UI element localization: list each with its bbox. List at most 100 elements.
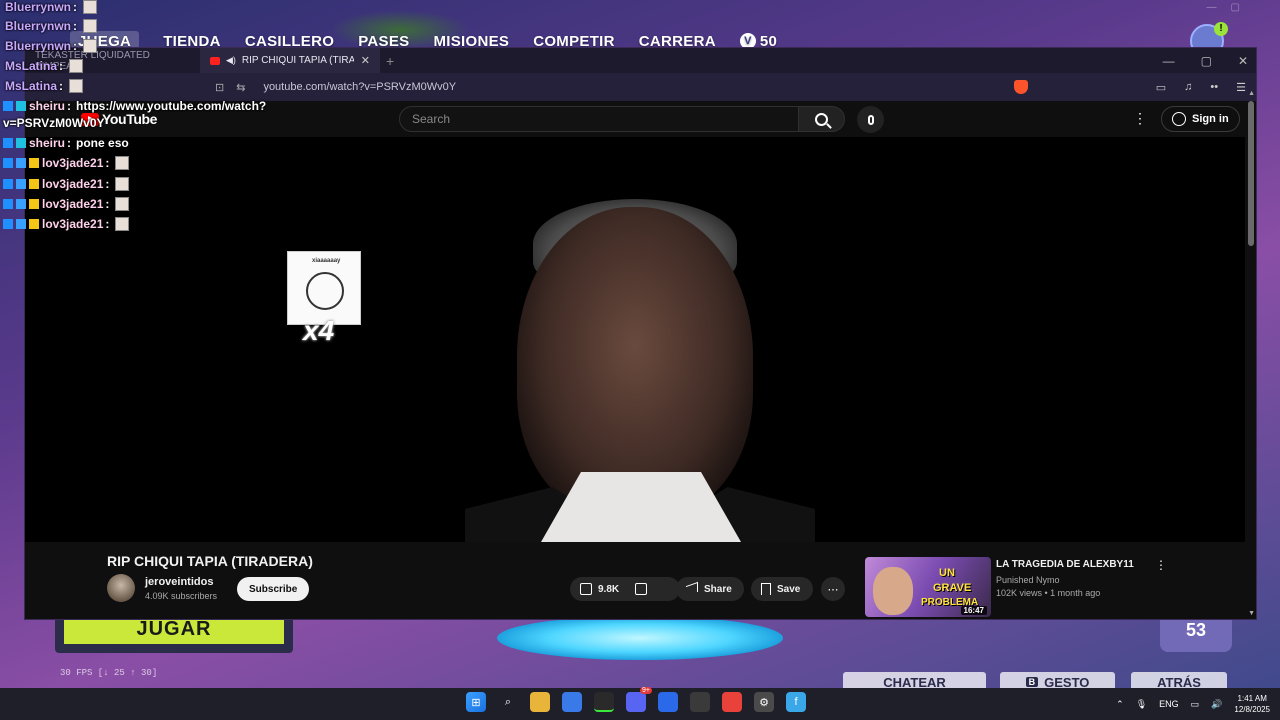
channel-avatar[interactable] (107, 574, 135, 602)
recommended-title[interactable]: LA TRAGEDIA DE ALEXBY11 (996, 559, 1134, 570)
chat-username[interactable]: lov3jade21 (42, 156, 103, 170)
chat-username[interactable]: lov3jade21 (42, 217, 103, 231)
search-input[interactable]: Search (399, 106, 799, 132)
nvidia-icon[interactable] (594, 692, 614, 712)
chat-username[interactable]: sheiru (29, 99, 65, 113)
chat-message: Bluerrynwn : (5, 39, 98, 53)
clock-time: 1:41 AM (1237, 694, 1267, 703)
subscribe-button[interactable]: Subscribe (237, 577, 310, 601)
file-explorer-icon[interactable] (530, 692, 550, 712)
start-icon[interactable]: ⊞ (466, 692, 486, 712)
browser-app-icon[interactable] (658, 692, 678, 712)
chat-username[interactable]: Bluerrynwn (5, 39, 71, 53)
recommended-meta: 102K views • 1 month ago (996, 588, 1101, 598)
chat-username[interactable]: sheiru (29, 136, 65, 150)
settings-menu-icon[interactable]: ⋮ (1133, 110, 1147, 127)
voice-search-button[interactable] (857, 106, 884, 133)
chat-separator: : (105, 197, 110, 211)
scrollbar-thumb[interactable] (1248, 101, 1254, 246)
bookmark-icon (761, 583, 771, 595)
chat-message: lov3jade21 : (3, 177, 130, 191)
chat-badge-icon (29, 219, 39, 229)
tab-active[interactable]: ◀) RIP CHIQUI TAPIA (TIRADERA) ✕ (200, 48, 380, 73)
lobby-pedestal (497, 616, 783, 660)
search-icon[interactable]: ⌕ (498, 692, 518, 712)
chat-badge-icon (16, 219, 26, 229)
system-tray: ⌃ 🎙 ENG ▭ 🔊 1:41 AM 12/8/2025 (1116, 688, 1270, 720)
recommended-channel[interactable]: Punished Nymo (996, 575, 1060, 585)
new-tab-icon[interactable]: + (386, 53, 394, 69)
url-field[interactable]: youtube.com/watch?v=PSRVzM0Wv0Y (263, 81, 456, 93)
thumbnail-face (873, 567, 913, 615)
video-player[interactable]: xiaaaaaay x4 (25, 137, 1245, 542)
tab-close-icon[interactable]: ✕ (361, 54, 370, 67)
minimize-icon[interactable]: — (1163, 54, 1175, 68)
search-button[interactable] (798, 106, 845, 132)
chat-username[interactable]: lov3jade21 (42, 197, 103, 211)
mic-tray-icon[interactable]: 🎙 (1136, 699, 1147, 710)
address-bar-actions: ▭ ♫ •• ☰ (1013, 73, 1246, 101)
youtube-favicon-icon (210, 56, 220, 65)
chat-badge-icon (16, 101, 26, 111)
chat-badge-icon (3, 101, 13, 111)
chat-separator: : (67, 136, 72, 150)
save-button[interactable]: Save (751, 577, 813, 601)
chat-message: v=PSRVzM0Wv0Y (3, 116, 105, 130)
chat-separator: : (73, 0, 78, 14)
discord-icon[interactable]: 9+ (626, 687, 652, 712)
chrome-icon[interactable] (722, 692, 742, 712)
settings-icon[interactable]: ⚙ (754, 692, 774, 712)
chat-separator: : (67, 99, 72, 113)
chat-text: v=PSRVzM0Wv0Y (3, 116, 105, 130)
scroll-down-icon[interactable]: ▼ (1248, 610, 1255, 617)
brave-shield-icon[interactable] (1013, 80, 1028, 94)
recommended-thumbnail[interactable]: UN GRAVE PROBLEMA 16:47 (865, 557, 991, 617)
chat-emote-icon (83, 39, 98, 53)
steam-icon[interactable] (690, 692, 710, 712)
chat-username[interactable]: Bluerrynwn (5, 0, 71, 14)
chevron-up-icon[interactable]: ⌃ (1116, 699, 1124, 710)
like-dislike-group: 9.8K (570, 577, 680, 601)
menu-icon[interactable]: ☰ (1236, 81, 1246, 94)
maximize-icon[interactable]: ▢ (1201, 54, 1212, 68)
sticker-caption: xiaaaaaay (312, 258, 341, 264)
chat-message: lov3jade21 : (3, 156, 130, 170)
site-settings-icon[interactable]: ⇆ (236, 81, 245, 94)
notification-badge: ! (1214, 22, 1228, 36)
close-window-icon[interactable]: ✕ (1238, 54, 1248, 68)
store-icon[interactable] (562, 692, 582, 712)
chat-username[interactable]: MsLatina (5, 59, 57, 73)
bookmark-icon[interactable]: ⊡ (215, 81, 224, 94)
taskbar: ⊞ ⌕ 9+ ⚙ f ⌃ 🎙 ENG ▭ 🔊 1:41 AM 12/8/2025 (0, 687, 1280, 720)
fortnite-icon[interactable]: f (786, 692, 806, 712)
clock[interactable]: 1:41 AM 12/8/2025 (1234, 693, 1270, 715)
media-icon[interactable]: ♫ (1184, 81, 1192, 93)
channel-subscribers: 4.09K subscribers (145, 591, 218, 601)
language-indicator[interactable]: ENG (1159, 699, 1179, 709)
video-info: RIP CHIQUI TAPIA (TIRADERA) jeroveintido… (25, 542, 1256, 619)
like-icon[interactable] (580, 583, 592, 595)
chat-username[interactable]: Bluerrynwn (5, 19, 71, 33)
more-actions-button[interactable]: ⋯ (821, 577, 845, 601)
like-count[interactable]: 9.8K (598, 584, 619, 595)
user-icon (1172, 112, 1186, 126)
key-hint: B (1025, 677, 1039, 687)
chat-separator: : (105, 217, 110, 231)
chat-message: lov3jade21 : (3, 217, 130, 231)
channel-name[interactable]: jeroveintidos (145, 576, 213, 588)
volume-icon[interactable]: 🔊 (1211, 699, 1222, 710)
chat-username[interactable]: lov3jade21 (42, 177, 103, 191)
chat-message: MsLatina : (5, 59, 84, 73)
chat-emote-icon (115, 177, 130, 191)
share-button[interactable]: Share (676, 577, 744, 601)
chat-username[interactable]: MsLatina (5, 79, 57, 93)
taskbar-apps: ⊞ ⌕ 9+ ⚙ f (466, 687, 806, 712)
chat-badge-icon (3, 199, 13, 209)
scroll-up-icon[interactable]: ▲ (1248, 90, 1255, 97)
extensions-icon[interactable]: •• (1210, 81, 1218, 93)
network-icon[interactable]: ▭ (1191, 699, 1200, 710)
reader-mode-icon[interactable]: ▭ (1156, 81, 1166, 94)
sign-in-button[interactable]: Sign in (1161, 106, 1240, 132)
recommended-menu-icon[interactable]: ⋮ (1155, 558, 1167, 572)
dislike-icon[interactable] (635, 583, 648, 595)
